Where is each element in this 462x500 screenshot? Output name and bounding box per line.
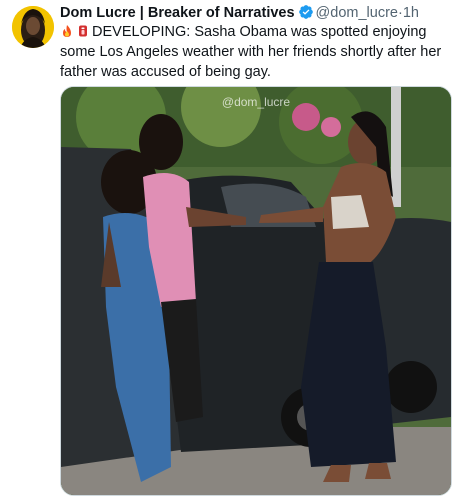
photo-watermark: @dom_lucre	[221, 95, 291, 109]
tweet-text: DEVELOPING: Sasha Obama was spotted enjo…	[60, 22, 452, 82]
author-avatar[interactable]	[12, 6, 54, 48]
author-name[interactable]: Dom Lucre | Breaker of Narratives	[60, 5, 295, 21]
red-alert-emoji-icon	[76, 24, 90, 38]
tweet-card[interactable]: Dom Lucre | Breaker of Narratives @dom_lu…	[0, 0, 462, 500]
tweet-body-text: DEVELOPING: Sasha Obama was spotted enjo…	[60, 24, 442, 80]
tweet-photo[interactable]: @dom_lucre	[60, 86, 452, 496]
avatar-image	[12, 6, 54, 48]
street-scene-image	[61, 87, 451, 495]
fire-emoji-icon	[60, 24, 74, 38]
tweet-timestamp[interactable]: 1h	[403, 5, 419, 21]
author-handle[interactable]: @dom_lucre	[316, 5, 398, 21]
